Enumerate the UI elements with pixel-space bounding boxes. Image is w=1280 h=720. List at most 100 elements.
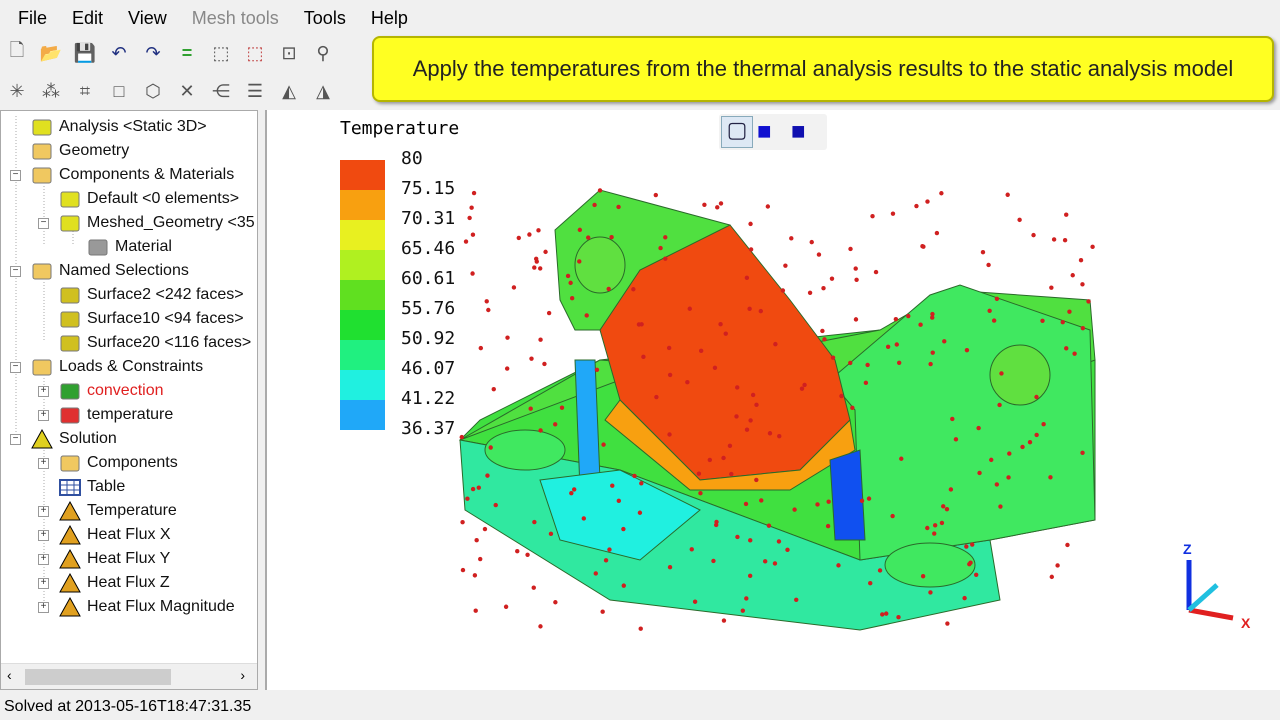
tree-item[interactable]: temperature bbox=[59, 403, 173, 427]
legend-label: 46.07 bbox=[401, 358, 455, 379]
result-icon bbox=[59, 525, 81, 545]
menu-file[interactable]: File bbox=[8, 8, 62, 29]
axis-triad: Z X bbox=[1175, 540, 1255, 640]
folder-icon bbox=[31, 141, 53, 161]
tree-item[interactable]: Temperature bbox=[59, 499, 177, 523]
tree-item[interactable]: Heat Flux Y bbox=[59, 547, 170, 571]
tree-item-label: Default <0 elements> bbox=[87, 190, 239, 208]
tree-item[interactable]: Heat Flux Z bbox=[59, 571, 170, 595]
menu-bar: File Edit View Mesh tools Tools Help bbox=[0, 0, 1280, 36]
expand-icon[interactable]: + bbox=[38, 506, 49, 517]
legend-label: 75.15 bbox=[401, 178, 455, 199]
shaded-edges-cube-icon[interactable]: ■ bbox=[757, 118, 772, 146]
analysis-icon bbox=[31, 117, 53, 137]
result-icon bbox=[59, 573, 81, 593]
menu-edit[interactable]: Edit bbox=[62, 8, 118, 29]
expand-icon[interactable]: + bbox=[38, 578, 49, 589]
menu-tools[interactable]: Tools bbox=[294, 8, 361, 29]
equals-icon[interactable]: = bbox=[170, 38, 204, 68]
legend-label: 80 bbox=[401, 148, 423, 169]
tree-item-label: Analysis <Static 3D> bbox=[59, 118, 207, 136]
collapse-icon[interactable]: − bbox=[38, 218, 49, 229]
save-icon[interactable]: 💾 bbox=[68, 38, 102, 68]
zoom-icon[interactable]: ⚲ bbox=[306, 38, 340, 68]
tree-item-label: Table bbox=[87, 478, 125, 496]
expand-icon[interactable]: + bbox=[38, 410, 49, 421]
undo-icon[interactable]: ↶ bbox=[102, 38, 136, 68]
box-select-icon[interactable]: ⬚ bbox=[238, 38, 272, 68]
thermometer-icon bbox=[59, 405, 81, 425]
material-icon bbox=[87, 237, 109, 257]
expand-icon[interactable]: + bbox=[38, 386, 49, 397]
x-axis bbox=[1189, 610, 1233, 618]
menu-view[interactable]: View bbox=[118, 8, 182, 29]
wireframe-box-icon[interactable]: ⬚ bbox=[204, 38, 238, 68]
tree-item-label: temperature bbox=[87, 406, 173, 424]
tree-item[interactable]: Heat Flux X bbox=[59, 523, 171, 547]
triangle-plus-icon[interactable]: ◮ bbox=[306, 76, 340, 106]
shaded-cube-icon[interactable]: ■ bbox=[791, 118, 806, 146]
tree-item[interactable]: Components & Materials bbox=[31, 163, 234, 187]
tree-item[interactable]: Named Selections bbox=[31, 259, 189, 283]
split-icon[interactable]: ⋲ bbox=[204, 76, 238, 106]
tree-item[interactable]: Meshed_Geometry <35 bbox=[59, 211, 255, 235]
expand-icon[interactable]: + bbox=[38, 554, 49, 565]
face-icon[interactable]: □ bbox=[102, 76, 136, 106]
tree-item-label: Heat Flux X bbox=[87, 526, 171, 544]
x-axis-label: X bbox=[1241, 615, 1251, 631]
collapse-icon[interactable]: − bbox=[10, 170, 21, 181]
tree-item[interactable]: Surface2 <242 faces> bbox=[59, 283, 244, 307]
tree-item-label: Heat Flux Magnitude bbox=[87, 598, 235, 616]
nodes-icon[interactable]: ✳ bbox=[0, 76, 34, 106]
redo-icon[interactable]: ↷ bbox=[136, 38, 170, 68]
menu-help[interactable]: Help bbox=[361, 8, 423, 29]
expand-icon[interactable]: + bbox=[38, 530, 49, 541]
tree-item[interactable]: Surface10 <94 faces> bbox=[59, 307, 244, 331]
delete-icon[interactable]: ✕ bbox=[170, 76, 204, 106]
tree-item[interactable]: convection bbox=[59, 379, 164, 403]
expand-icon[interactable]: + bbox=[38, 602, 49, 613]
tree-item[interactable]: Default <0 elements> bbox=[59, 187, 239, 211]
scroll-left-icon[interactable]: ‹ bbox=[7, 667, 12, 683]
tree-item-label: Heat Flux Y bbox=[87, 550, 170, 568]
triangle-icon[interactable]: ◭ bbox=[272, 76, 306, 106]
legend-swatch bbox=[340, 250, 385, 280]
tree-item[interactable]: Material bbox=[87, 235, 172, 259]
element-icon[interactable]: ⬡ bbox=[136, 76, 170, 106]
open-folder-icon[interactable]: 📂 bbox=[34, 38, 68, 68]
fit-view-icon[interactable]: ⊡ bbox=[272, 38, 306, 68]
tree-item[interactable]: Loads & Constraints bbox=[31, 355, 203, 379]
tree-item[interactable]: Analysis <Static 3D> bbox=[31, 115, 207, 139]
legend-swatch bbox=[340, 160, 385, 190]
scroll-thumb[interactable] bbox=[25, 669, 171, 685]
collapse-icon[interactable]: − bbox=[10, 362, 21, 373]
legend-label: 60.61 bbox=[401, 268, 455, 289]
tree-item-label: Loads & Constraints bbox=[59, 358, 203, 376]
selections-folder-icon bbox=[31, 261, 53, 281]
component-icon bbox=[59, 213, 81, 233]
tree-item-label: Components bbox=[87, 454, 178, 472]
menu-mesh-tools[interactable]: Mesh tools bbox=[182, 8, 294, 29]
model-tree: Analysis <Static 3D> Geometry − Components … bbox=[0, 110, 258, 690]
scroll-right-icon[interactable]: › bbox=[240, 667, 245, 683]
list-icon[interactable]: ☰ bbox=[238, 76, 272, 106]
new-file-icon[interactable]: 🗋 bbox=[0, 38, 34, 68]
tree-item[interactable]: Components bbox=[59, 451, 178, 475]
tree-item[interactable]: Heat Flux Magnitude bbox=[59, 595, 235, 619]
tree-item[interactable]: Surface20 <116 faces> bbox=[59, 331, 251, 355]
wireframe-cube-icon[interactable]: ▢ bbox=[721, 116, 753, 148]
legend-swatch bbox=[340, 370, 385, 400]
node-select-icon[interactable]: ⁂ bbox=[34, 76, 68, 106]
edge-icon[interactable]: ⌗ bbox=[68, 76, 102, 106]
tree-item[interactable]: Solution bbox=[31, 427, 117, 451]
tree-item-label: Meshed_Geometry <35 bbox=[87, 214, 255, 232]
expand-icon[interactable]: + bbox=[38, 458, 49, 469]
collapse-icon[interactable]: − bbox=[10, 266, 21, 277]
faces-icon bbox=[59, 333, 81, 353]
tree-item[interactable]: Geometry bbox=[31, 139, 129, 163]
tree-horizontal-scrollbar[interactable]: ‹ › bbox=[1, 663, 257, 689]
collapse-icon[interactable]: − bbox=[10, 434, 21, 445]
legend-label: 55.76 bbox=[401, 298, 455, 319]
legend-swatch bbox=[340, 400, 385, 430]
tree-item[interactable]: Table bbox=[59, 475, 125, 499]
